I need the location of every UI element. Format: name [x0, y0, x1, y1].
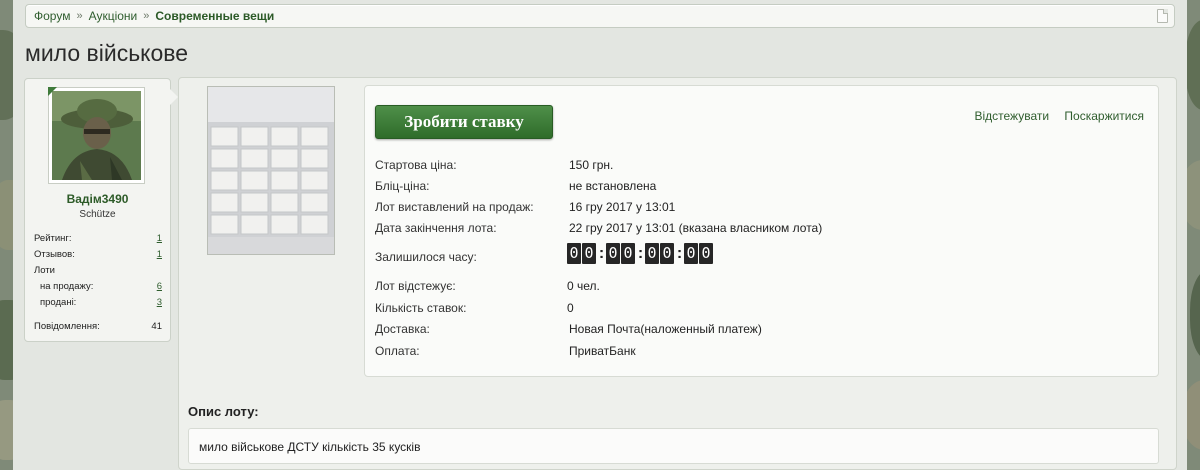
page-icon[interactable]	[1157, 9, 1168, 23]
soap-bar	[240, 170, 269, 191]
soap-bar	[210, 126, 239, 147]
stat-lots: Лоти	[34, 262, 162, 278]
watch-link[interactable]: Відстежувати	[974, 109, 1049, 123]
soap-bar	[270, 192, 299, 213]
field-label: Доставка:	[375, 322, 430, 336]
timer-digit: 0	[621, 243, 635, 264]
lot-content: Зробити ставку Відстежувати Поскаржитися…	[178, 77, 1177, 470]
user-stats: Рейтинг: 1 Отзывов: 1 Лоти на продажу: 6…	[34, 230, 162, 334]
breadcrumb-separator: »	[143, 10, 150, 22]
place-bid-button[interactable]: Зробити ставку	[375, 105, 553, 139]
soap-bar	[300, 148, 329, 169]
soap-bar	[300, 170, 329, 191]
stat-label: на продажу:	[40, 280, 94, 292]
soap-bar	[210, 214, 239, 235]
end-date-value: 22 гру 2017 у 13:01 (вказана власником л…	[569, 221, 823, 235]
field-time-remaining: Залишилося часу: 0 0 : 0 0 : 0 0 : 0 0	[375, 243, 775, 267]
delivery-value: Новая Почта(наложенный платеж)	[569, 322, 762, 336]
watchers-value: 0 чел.	[567, 279, 600, 293]
stat-posts: Повідомлення: 41	[34, 318, 162, 334]
lot-actions: Відстежувати Поскаржитися	[962, 109, 1144, 123]
rating-link[interactable]: 1	[157, 233, 162, 244]
timer-colon: :	[676, 244, 683, 262]
field-label: Лот відстежує:	[375, 279, 456, 293]
report-link[interactable]: Поскаржитися	[1064, 109, 1144, 123]
field-label: Бліц-ціна:	[375, 179, 430, 193]
timer-digit: 0	[699, 243, 713, 264]
stat-sold: продані: 3	[34, 294, 162, 310]
listed-date-value: 16 гру 2017 у 13:01	[569, 200, 676, 214]
description-box: мило військове ДСТУ кількість 35 кусків	[188, 428, 1159, 464]
soap-bar	[240, 192, 269, 213]
timer-digit: 0	[567, 243, 581, 264]
breadcrumb: Форум » Аукціони » Современные вещи	[25, 4, 1175, 28]
stat-rating: Рейтинг: 1	[34, 230, 162, 246]
field-label: Залишилося часу:	[375, 250, 477, 264]
breadcrumb-current[interactable]: Современные вещи	[155, 9, 274, 23]
soap-bar	[300, 192, 329, 213]
breadcrumb-forum[interactable]: Форум	[34, 9, 70, 23]
countdown-timer: 0 0 : 0 0 : 0 0 : 0 0	[567, 243, 714, 264]
soap-bar	[300, 214, 329, 235]
soap-bar	[240, 148, 269, 169]
stat-for-sale: на продажу: 6	[34, 278, 162, 294]
payment-value: ПриватБанк	[569, 344, 636, 358]
timer-digit: 0	[645, 243, 659, 264]
timer-digit: 0	[606, 243, 620, 264]
timer-digit: 0	[582, 243, 596, 264]
sold-link[interactable]: 3	[157, 297, 162, 308]
soap-bar	[270, 148, 299, 169]
field-label: Стартова ціна:	[375, 158, 457, 172]
user-card: Вадім3490 Schütze Рейтинг: 1 Отзывов: 1 …	[24, 78, 178, 342]
description-text: мило військове ДСТУ кількість 35 кусків	[199, 440, 421, 454]
soap-bar	[240, 214, 269, 235]
field-label: Лот виставлений на продаж:	[375, 200, 534, 214]
stat-label: продані:	[40, 296, 77, 308]
user-card-arrow	[170, 89, 178, 105]
stat-label: Лоти	[34, 264, 55, 276]
blitz-price-value: не встановлена	[569, 179, 657, 193]
breadcrumb-separator: »	[76, 10, 83, 22]
lot-info-panel: Зробити ставку Відстежувати Поскаржитися…	[364, 85, 1159, 377]
reviews-link[interactable]: 1	[157, 249, 162, 260]
soap-bar	[210, 148, 239, 169]
timer-colon: :	[598, 244, 605, 262]
start-price-value: 150 грн.	[569, 158, 614, 172]
avatar[interactable]	[48, 87, 145, 184]
lot-photo-image	[208, 87, 334, 254]
online-indicator	[48, 87, 57, 96]
username[interactable]: Вадім3490	[25, 192, 170, 206]
field-label: Дата закінчення лота:	[375, 221, 497, 235]
field-label: Кількість ставок:	[375, 301, 467, 315]
lot-photo[interactable]	[207, 86, 335, 255]
soap-bar	[270, 126, 299, 147]
page-title: мило військове	[25, 40, 189, 66]
stat-label: Отзывов:	[34, 248, 75, 260]
soap-bar	[210, 192, 239, 213]
posts-count: 41	[151, 320, 162, 332]
field-label: Оплата:	[375, 344, 420, 358]
stat-label: Повідомлення:	[34, 320, 100, 332]
soap-bar	[270, 170, 299, 191]
avatar-image	[52, 91, 141, 180]
stat-reviews: Отзывов: 1	[34, 246, 162, 262]
soap-bar	[210, 170, 239, 191]
for-sale-link[interactable]: 6	[157, 281, 162, 292]
timer-digit: 0	[660, 243, 674, 264]
soap-bar	[300, 126, 329, 147]
soap-bar	[240, 126, 269, 147]
description-heading: Опис лоту:	[188, 404, 259, 419]
timer-colon: :	[637, 244, 644, 262]
soap-bar	[270, 214, 299, 235]
user-title: Schütze	[79, 209, 116, 220]
breadcrumb-auctions[interactable]: Аукціони	[89, 9, 138, 23]
page-container: Форум » Аукціони » Современные вещи мило…	[13, 0, 1187, 470]
timer-digit: 0	[684, 243, 698, 264]
bids-count-value: 0	[567, 301, 574, 315]
stat-label: Рейтинг:	[34, 232, 72, 244]
